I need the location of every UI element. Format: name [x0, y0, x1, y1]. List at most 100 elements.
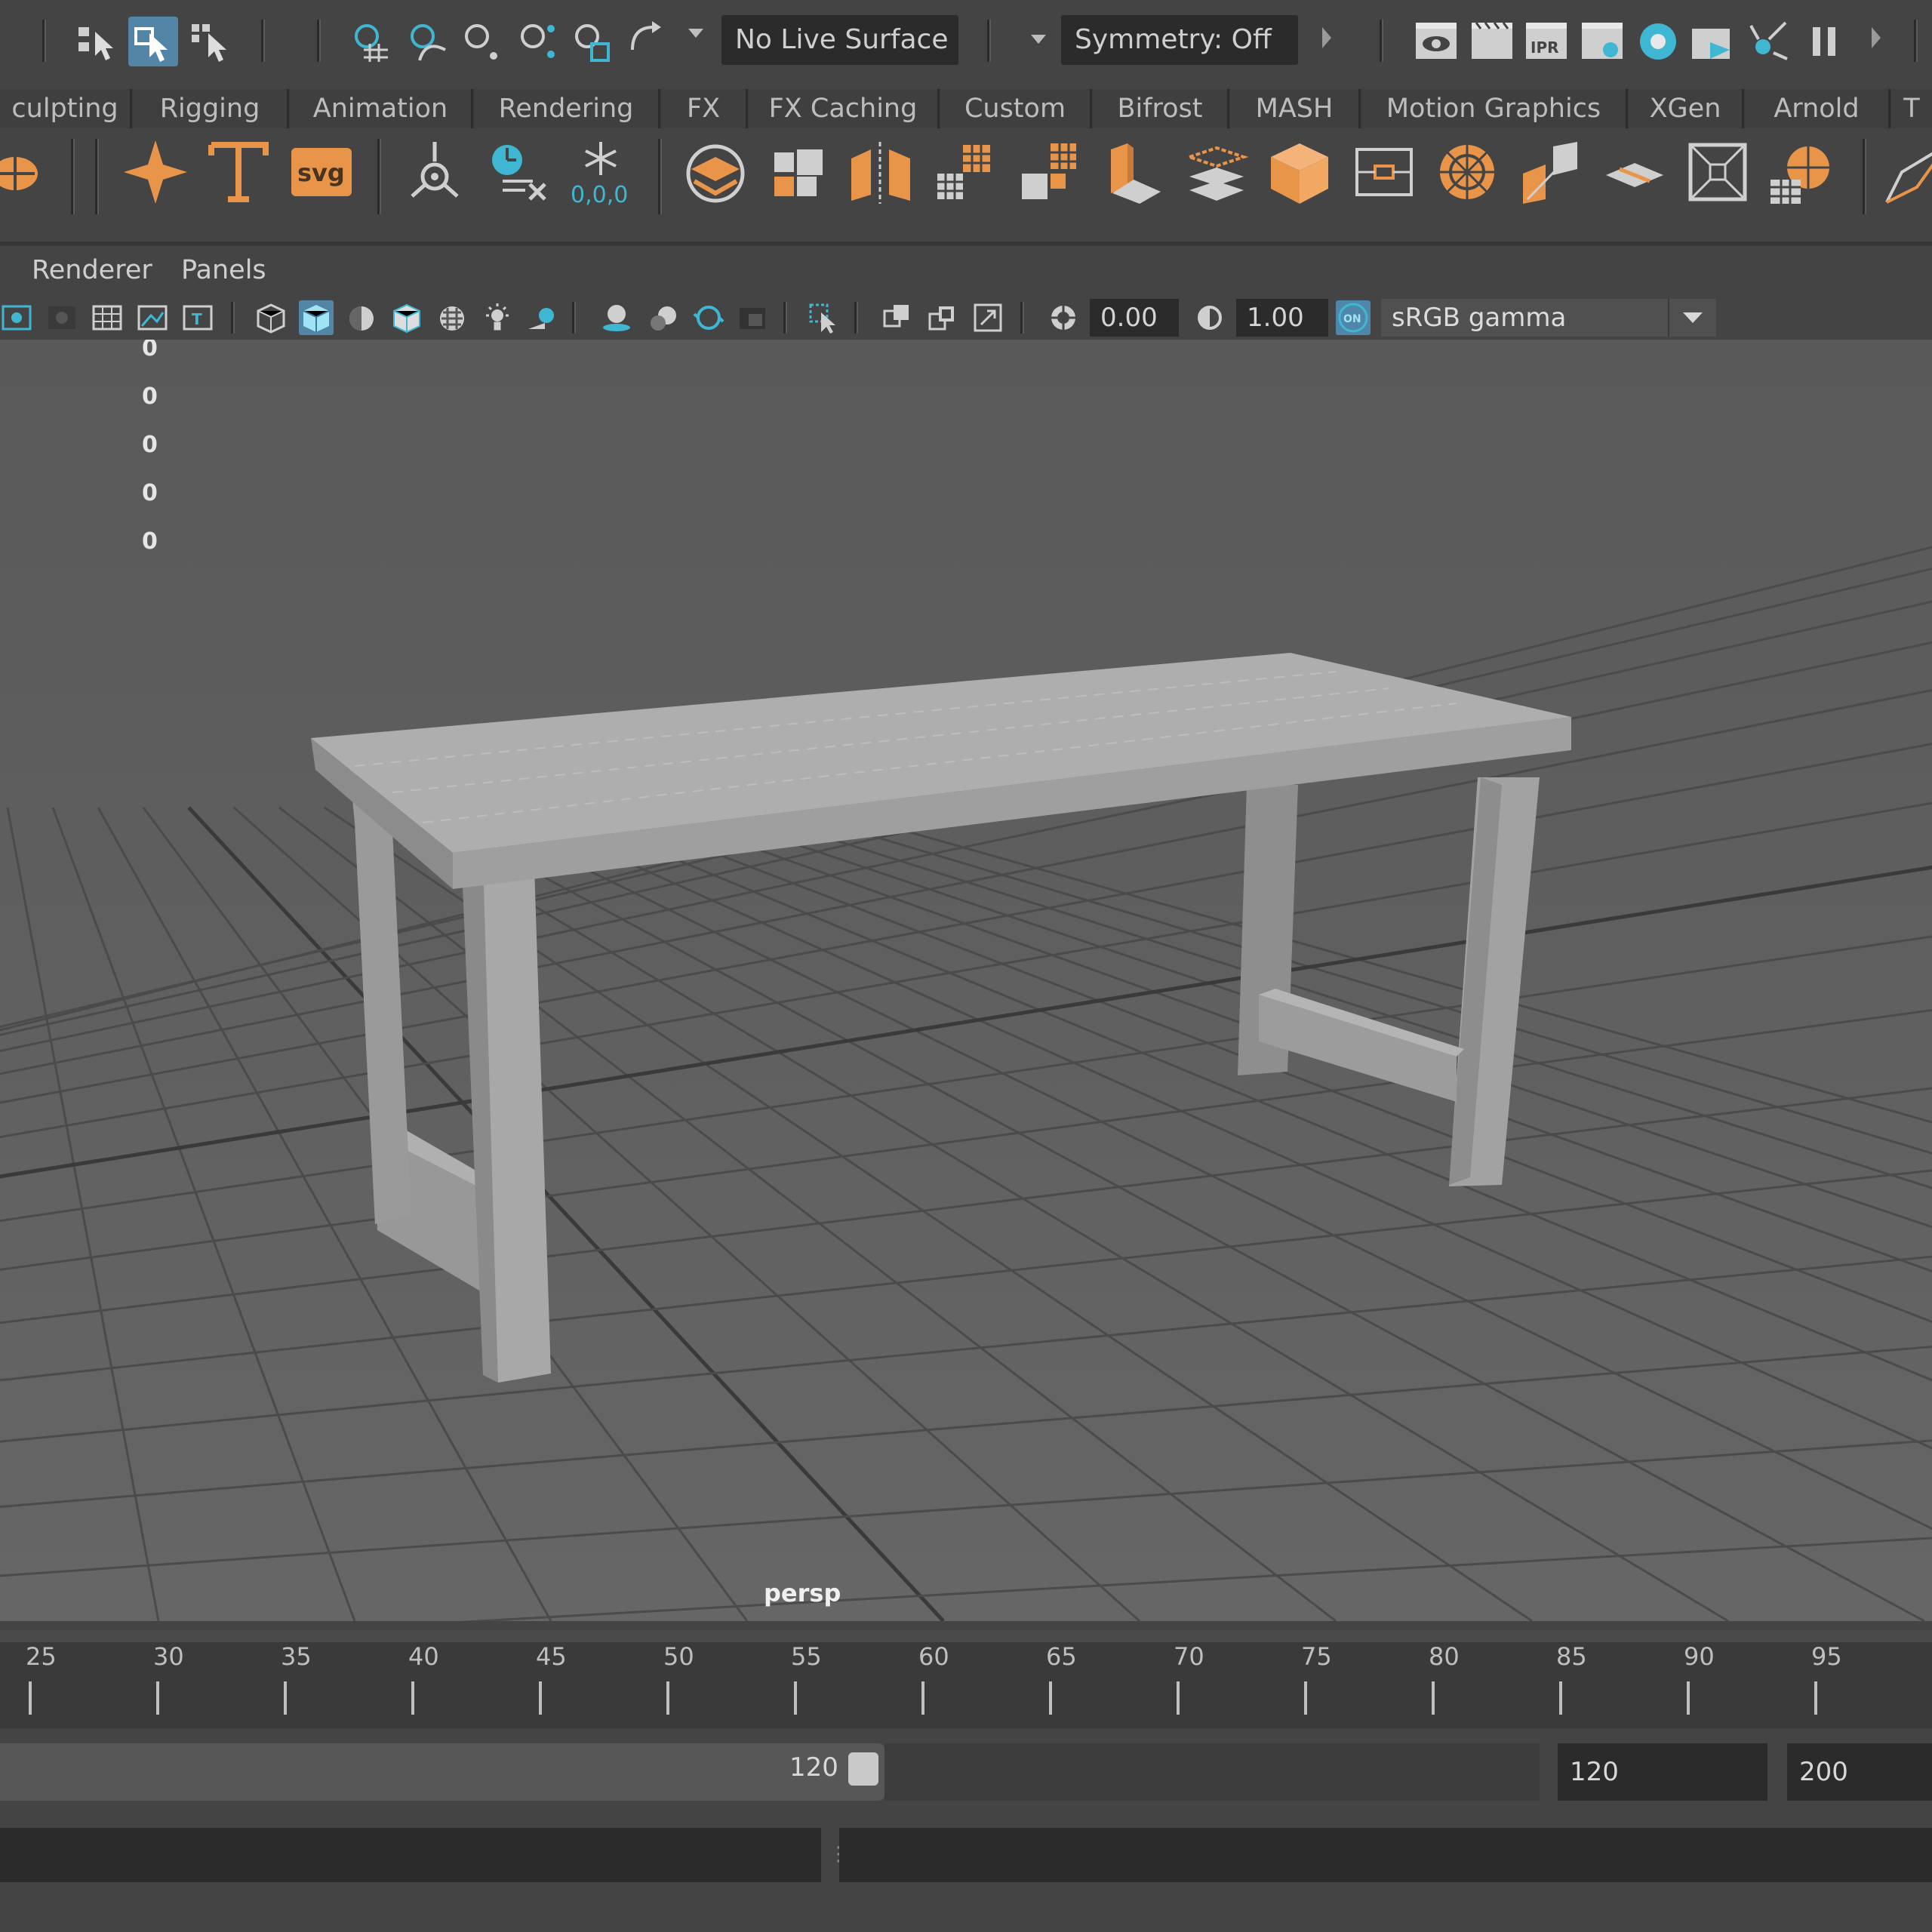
freeze-transforms-icon[interactable]: 0,0,0: [563, 134, 638, 210]
gamma-field[interactable]: 1.00: [1236, 299, 1328, 337]
gamma-icon[interactable]: [1192, 300, 1227, 335]
film-gate-icon[interactable]: [136, 300, 171, 335]
svg-text:svg: svg: [297, 158, 345, 187]
render-view-icon[interactable]: [1411, 17, 1461, 66]
xray-icon[interactable]: [880, 300, 915, 335]
tangent-icon[interactable]: [0, 134, 53, 210]
exposure-icon[interactable]: [1046, 300, 1081, 335]
tab-mash[interactable]: MASH: [1230, 89, 1361, 128]
range-slider-handle[interactable]: [848, 1752, 878, 1786]
extrude-icon[interactable]: [1094, 134, 1170, 210]
target-weld-icon[interactable]: [1764, 134, 1840, 210]
use-all-lights-icon[interactable]: [480, 300, 515, 335]
cube-icon[interactable]: [1262, 134, 1337, 210]
sweep-mesh-icon[interactable]: [118, 134, 193, 210]
select-by-object-icon[interactable]: [128, 17, 178, 66]
playback-end-field[interactable]: 120: [1558, 1743, 1767, 1801]
color-space-dropdown-button[interactable]: [1668, 299, 1716, 337]
collapse-arrow-right-icon[interactable]: [1872, 27, 1881, 48]
image-plane-icon[interactable]: [45, 300, 80, 335]
animation-end-field[interactable]: 200: [1787, 1743, 1932, 1801]
viewport-3d[interactable]: 0 0 0 0 0: [0, 340, 1932, 1621]
tab-motion-graphics[interactable]: Motion Graphics: [1361, 89, 1628, 128]
shadows-icon[interactable]: [525, 300, 560, 335]
snap-to-view-plane-icon[interactable]: [513, 17, 563, 66]
textured-icon[interactable]: [435, 300, 469, 335]
menu-panels[interactable]: Panels: [181, 255, 266, 285]
wireframe-icon[interactable]: [254, 300, 288, 335]
polygon-sphere-icon[interactable]: [678, 134, 753, 210]
snap-to-point-icon[interactable]: [457, 17, 507, 66]
tab-rigging[interactable]: Rigging: [133, 89, 289, 128]
combine-icon[interactable]: [761, 134, 836, 210]
ipr-render-icon[interactable]: IPR: [1521, 17, 1571, 66]
camera-attributes-icon[interactable]: [0, 300, 35, 335]
tab-animation[interactable]: Animation: [290, 89, 473, 128]
wireframe-on-shaded-icon[interactable]: [389, 300, 424, 335]
select-by-component-icon[interactable]: [186, 17, 235, 66]
screen-space-ao-icon[interactable]: [599, 300, 634, 335]
snap-options-chevron-icon[interactable]: [688, 29, 703, 38]
smooth-shade-icon[interactable]: [299, 300, 334, 335]
tab-fx-caching[interactable]: FX Caching: [749, 89, 940, 128]
tab-rendering[interactable]: Rendering: [474, 89, 660, 128]
snap-to-grid-icon[interactable]: [347, 17, 397, 66]
menu-renderer[interactable]: Renderer: [32, 255, 152, 285]
anti-aliasing-icon[interactable]: [691, 300, 726, 335]
color-management-toggle[interactable]: ON: [1336, 300, 1371, 335]
motion-blur-icon[interactable]: [646, 300, 681, 335]
time-tick: [411, 1681, 414, 1715]
quad-draw-icon[interactable]: [1879, 134, 1932, 210]
color-space-select[interactable]: sRGB gamma: [1381, 299, 1668, 337]
extract-icon[interactable]: [1011, 134, 1087, 210]
tab-arnold[interactable]: Arnold: [1745, 89, 1890, 128]
snap-together-icon[interactable]: [623, 17, 673, 66]
tab-custom[interactable]: Custom: [940, 89, 1092, 128]
bevel-icon[interactable]: [1346, 134, 1422, 210]
hud-value: 0: [142, 528, 158, 555]
svg-icon[interactable]: svg: [284, 134, 359, 210]
time-tick: [1432, 1681, 1435, 1715]
edge-loop-icon[interactable]: [1429, 134, 1505, 210]
symmetry-chevron-icon[interactable]: [1031, 35, 1046, 44]
tab-xgen[interactable]: XGen: [1629, 89, 1744, 128]
range-slider-track[interactable]: [884, 1743, 1540, 1801]
collapse-arrow-icon[interactable]: [1322, 27, 1331, 48]
xray-joints-icon[interactable]: [925, 300, 960, 335]
light-editor-icon[interactable]: [1743, 17, 1793, 66]
mirror-icon[interactable]: [1512, 134, 1588, 210]
tab-sculpting[interactable]: culpting: [0, 89, 132, 128]
default-material-icon[interactable]: [344, 300, 379, 335]
chevron-down-icon: [1683, 312, 1703, 323]
xray-active-components-icon[interactable]: [971, 300, 1005, 335]
time-tick-label: 25: [26, 1642, 57, 1671]
bridge-icon[interactable]: [1179, 134, 1254, 210]
exposure-field[interactable]: 0.00: [1090, 299, 1179, 337]
type-icon[interactable]: [201, 134, 276, 210]
render-setup-icon[interactable]: [1687, 17, 1737, 66]
hypershade-icon[interactable]: [1633, 17, 1683, 66]
render-frame-icon[interactable]: [1467, 17, 1517, 66]
uv-editor-icon[interactable]: [1680, 134, 1755, 210]
render-settings-icon[interactable]: [1577, 17, 1627, 66]
tab-bifrost[interactable]: Bifrost: [1093, 89, 1229, 128]
pause-icon[interactable]: [1799, 17, 1849, 66]
center-pivot-icon[interactable]: [397, 134, 472, 210]
depth-of-field-icon[interactable]: [735, 300, 770, 335]
make-live-icon[interactable]: [568, 17, 617, 66]
separate-icon[interactable]: [844, 134, 919, 210]
command-input[interactable]: [0, 1828, 821, 1882]
isolate-select-icon[interactable]: [806, 300, 841, 335]
live-surface-field[interactable]: No Live Surface: [721, 15, 958, 65]
tab-fx[interactable]: FX: [661, 89, 748, 128]
tab-truncated[interactable]: T: [1891, 89, 1932, 128]
grid-toggle-icon[interactable]: [91, 300, 125, 335]
select-by-hierarchy-icon[interactable]: [72, 17, 122, 66]
multi-cut-icon[interactable]: [1597, 134, 1672, 210]
snap-to-curve-icon[interactable]: [403, 17, 453, 66]
resolution-gate-icon[interactable]: T: [181, 300, 216, 335]
delete-history-icon[interactable]: [480, 134, 555, 210]
symmetry-field[interactable]: Symmetry: Off: [1061, 15, 1298, 65]
smooth-icon[interactable]: [927, 134, 1002, 210]
range-slider-bar[interactable]: [0, 1743, 884, 1801]
